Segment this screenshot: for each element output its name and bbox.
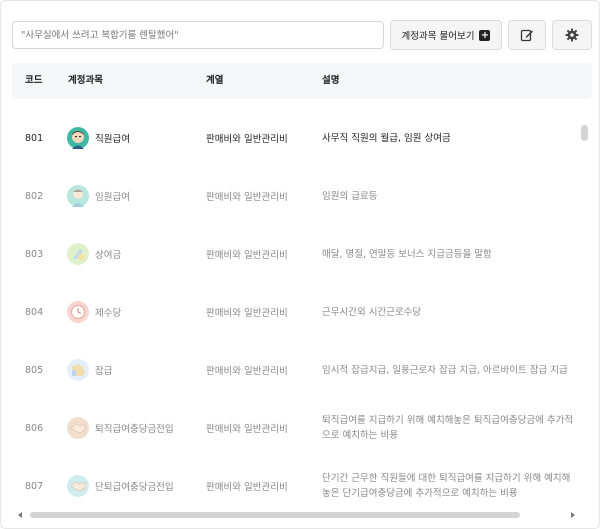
row-category: 판매비와 일반관리비 [206, 366, 288, 377]
row-code: 804 [25, 306, 44, 318]
row-description: 단기간 근무한 직원들에 대한 퇴직급여를 지급하기 위해 예치해놓은 단기급여… [322, 473, 571, 499]
account-name: 단퇴급여충당금전입 [95, 482, 174, 493]
edit-icon [520, 29, 533, 42]
scroll-left-arrow-icon[interactable] [16, 510, 24, 520]
executive-icon [67, 185, 89, 207]
puzzle-icon [67, 359, 89, 381]
table-row[interactable]: 803 상여금 판매비와 일반관리비 매달, 명절, 연말등 보너스 지급금등을… [12, 225, 578, 283]
row-account: 잡급 [67, 341, 197, 399]
header-code: 코드 [25, 75, 43, 86]
row-account: 퇴직급여충당금전입 [67, 399, 197, 457]
row-code: 801 [25, 132, 44, 144]
scroll-right-arrow-icon[interactable] [569, 510, 577, 520]
horizontal-scroll-thumb[interactable] [30, 512, 520, 518]
table-row[interactable]: 805 잡급 판매비와 일반관리비 임시적 잡급지급, 일용근로자 잡급 지급,… [12, 341, 578, 399]
row-account: 직원급여 [67, 109, 197, 167]
row-category: 판매비와 일반관리비 [206, 192, 288, 203]
table-row[interactable]: 801 직원급여 판매비와 일반관리비 사무직 직원의 월급, 임원 상여금 [12, 109, 578, 167]
header-category: 계열 [206, 75, 224, 86]
account-name: 임원급여 [95, 192, 130, 203]
gear-icon [565, 28, 579, 42]
table-row[interactable]: 806 퇴직급여충당금전입 판매비와 일반관리비 퇴직급여를 지급하기 위해 예… [12, 399, 578, 457]
account-name: 상여금 [95, 250, 122, 261]
search-input[interactable] [12, 21, 384, 49]
row-description: 임원의 급료등 [322, 190, 378, 202]
row-category: 판매비와 일반관리비 [206, 482, 288, 493]
account-name: 제수당 [95, 308, 122, 319]
bonus-icon [67, 243, 89, 265]
table-row[interactable]: 807 단퇴급여충당금전입 판매비와 일반관리비 단기간 근무한 직원들에 대한… [12, 457, 578, 513]
row-description: 사무직 직원의 월급, 임원 상여금 [322, 132, 451, 144]
table-header: 코드 계정과목 계열 설명 [12, 63, 592, 99]
account-name: 직원급여 [95, 134, 130, 145]
office-worker-icon [67, 127, 89, 149]
plus-box-icon: + [479, 29, 491, 41]
row-account: 임원급여 [67, 167, 197, 225]
row-description: 근무시간외 시간근로수당 [322, 306, 422, 318]
row-code: 806 [25, 422, 44, 434]
edit-button[interactable] [508, 20, 546, 50]
row-description: 임시적 잡급지급, 일용근로자 잡급 지급, 아르바이트 잡급 지급 [322, 364, 568, 376]
row-account: 제수당 [67, 283, 197, 341]
row-account: 상여금 [67, 225, 197, 283]
handshake-icon [67, 475, 89, 497]
table-row[interactable]: 802 임원급여 판매비와 일반관리비 임원의 급료등 [12, 167, 578, 225]
row-description: 매달, 명절, 연말등 보너스 지급금등을 말함 [322, 248, 492, 260]
row-description: 퇴직급여를 지급하기 위해 예치해놓은 퇴직급여충당금에 추가적으로 예치하는 … [322, 415, 574, 441]
account-name: 잡급 [95, 366, 113, 377]
header-account: 계정과목 [68, 75, 103, 86]
row-category: 판매비와 일반관리비 [206, 250, 288, 261]
row-code: 802 [25, 190, 44, 202]
row-category: 판매비와 일반관리비 [206, 134, 288, 145]
vertical-scrollbar[interactable] [580, 121, 589, 513]
table-row[interactable]: 804 제수당 판매비와 일반관리비 근무시간외 시간근로수당 [12, 283, 578, 341]
row-code: 803 [25, 248, 44, 260]
row-code: 805 [25, 364, 44, 376]
toolbar: 계정과목 물어보기 + [12, 20, 592, 50]
row-category: 판매비와 일반관리비 [206, 308, 288, 319]
account-picker-panel: 계정과목 물어보기 + [0, 0, 600, 529]
ask-account-label: 계정과목 물어보기 [401, 31, 475, 42]
clock-icon [67, 301, 89, 323]
table-body: 801 직원급여 판매비와 일반관리비 사무직 직원의 월급, 임원 상여금 8… [12, 109, 578, 513]
ask-account-button[interactable]: 계정과목 물어보기 + [390, 20, 502, 50]
horizontal-scrollbar[interactable] [16, 510, 581, 520]
header-description: 설명 [322, 75, 340, 86]
handshake-icon [67, 417, 89, 439]
account-name: 퇴직급여충당금전입 [95, 424, 174, 435]
row-code: 807 [25, 480, 44, 492]
row-category: 판매비와 일반관리비 [206, 424, 288, 435]
vertical-scroll-thumb[interactable] [581, 125, 588, 141]
settings-button[interactable] [552, 20, 592, 50]
row-account: 단퇴급여충당금전입 [67, 457, 197, 513]
